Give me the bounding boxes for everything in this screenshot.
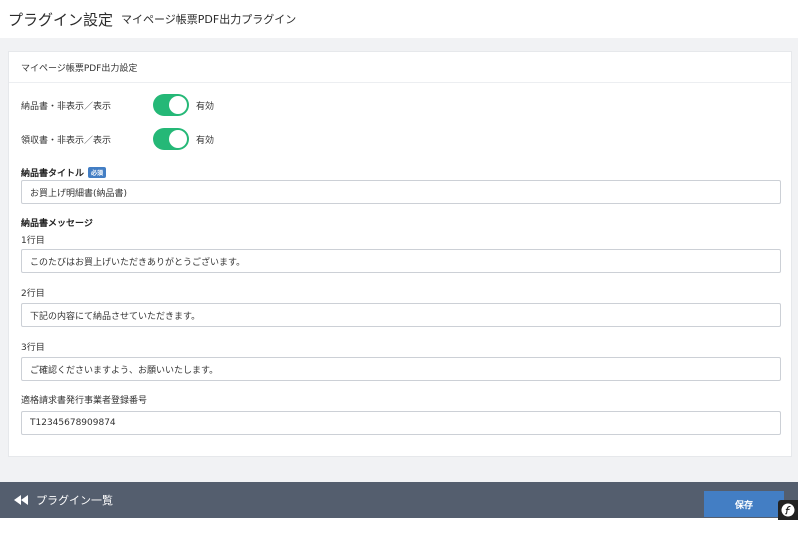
message-label: 納品書メッセージ <box>21 219 93 229</box>
toggle-knob <box>169 130 187 148</box>
invoice-title-input[interactable] <box>21 180 781 204</box>
page-header: プラグイン設定 マイページ帳票PDF出力プラグイン <box>0 0 798 38</box>
page-title: プラグイン設定 <box>8 10 114 29</box>
double-chevron-left-icon <box>14 495 28 505</box>
invoice-title-label-row: 納品書タイトル 必須 <box>21 166 107 179</box>
page-subtitle: マイページ帳票PDF出力プラグイン <box>121 13 297 26</box>
delivery-note-toggle-label: 納品書・非表示／表示 <box>21 101 112 112</box>
delivery-note-toggle-state: 有効 <box>196 101 215 112</box>
settings-card: マイページ帳票PDF出力設定 納品書・非表示／表示 有効 領収書・非表示／表示 … <box>8 51 792 457</box>
message-line2-label: 2行目 <box>21 289 45 299</box>
registration-number-label: 適格請求書発行事業者登録番号 <box>21 396 148 406</box>
message-line3-input[interactable] <box>21 357 781 381</box>
message-line2-input[interactable] <box>21 303 781 327</box>
receipt-toggle[interactable] <box>153 128 189 150</box>
symfony-logo-icon <box>781 503 795 517</box>
card-title: マイページ帳票PDF出力設定 <box>9 52 791 83</box>
invoice-title-label: 納品書タイトル <box>21 169 85 179</box>
receipt-toggle-row: 領収書・非表示／表示 有効 <box>21 128 214 150</box>
toggle-knob <box>169 96 187 114</box>
delivery-note-toggle-row: 納品書・非表示／表示 有効 <box>21 94 214 116</box>
save-button[interactable]: 保存 <box>704 491 784 517</box>
footer-bar: プラグイン一覧 保存 <box>0 482 798 518</box>
message-line1-label: 1行目 <box>21 236 45 246</box>
page-bottom-area <box>0 518 798 537</box>
back-link-label: プラグイン一覧 <box>36 494 113 507</box>
symfony-toolbar-icon[interactable] <box>778 500 798 520</box>
delivery-note-toggle[interactable] <box>153 94 189 116</box>
receipt-toggle-state: 有効 <box>196 135 215 146</box>
message-line3-label: 3行目 <box>21 343 45 353</box>
back-to-plugin-list-link[interactable]: プラグイン一覧 <box>14 492 113 508</box>
message-line1-input[interactable] <box>21 249 781 273</box>
registration-number-input[interactable] <box>21 411 781 435</box>
required-badge: 必須 <box>88 167 107 178</box>
receipt-toggle-label: 領収書・非表示／表示 <box>21 135 112 146</box>
